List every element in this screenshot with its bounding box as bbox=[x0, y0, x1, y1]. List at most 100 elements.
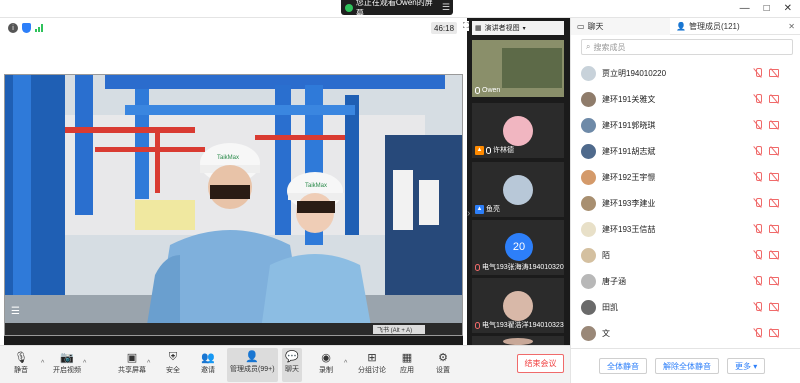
avatar bbox=[581, 169, 596, 185]
camera-off-icon[interactable] bbox=[769, 199, 779, 207]
mic-off-icon bbox=[475, 263, 480, 271]
record-button[interactable]: ◉ 录制 bbox=[319, 349, 333, 375]
chat-button[interactable]: 💬 聊天 bbox=[282, 348, 302, 382]
invite-label: 邀请 bbox=[201, 367, 215, 374]
video-tile-yu[interactable]: ▲ 鱼亮 bbox=[472, 162, 564, 217]
list-item[interactable]: 陌 bbox=[571, 242, 800, 268]
video-tile-zhai[interactable]: 电气193翟浩洋194010323 bbox=[472, 278, 564, 333]
camera-off-icon[interactable] bbox=[769, 251, 779, 259]
share-screen-button[interactable]: ▣ 共享屏幕 bbox=[118, 349, 146, 375]
chevron-up-icon[interactable]: ^ bbox=[83, 360, 86, 367]
invite-button[interactable]: 👥 邀请 bbox=[201, 349, 215, 375]
tile-name: 电气193翟浩洋194010323 bbox=[482, 322, 564, 329]
cohost-badge-icon: ▲ bbox=[475, 204, 484, 214]
mic-off-icon[interactable] bbox=[754, 276, 762, 286]
list-item[interactable]: 建环193李建业 bbox=[571, 190, 800, 216]
mute-all-button[interactable]: 全体静音 bbox=[599, 358, 647, 374]
camera-off-icon[interactable] bbox=[769, 95, 779, 103]
member-name: 文 bbox=[602, 328, 610, 338]
unmute-all-button[interactable]: 解除全体静音 bbox=[655, 358, 719, 374]
screen-share-notice[interactable]: 您正在观看Owen的屏幕 ☰ bbox=[341, 0, 453, 18]
video-tile-xu[interactable]: ▲ 许林德 bbox=[472, 103, 564, 158]
chevron-right-icon[interactable]: › bbox=[467, 208, 470, 219]
breakout-button[interactable]: ⊞ 分组讨论 bbox=[358, 349, 386, 375]
member-search-input[interactable]: ⌕ 搜索成员 bbox=[581, 39, 793, 55]
menu-list-icon[interactable]: ☰ bbox=[11, 306, 20, 317]
svg-text:TaikMax: TaikMax bbox=[217, 155, 239, 161]
tile-name: 鱼亮 bbox=[486, 206, 500, 213]
mic-off-icon[interactable] bbox=[754, 120, 762, 130]
chevron-down-icon: ▾ bbox=[522, 25, 526, 32]
avatar bbox=[581, 247, 596, 263]
mic-off-icon[interactable] bbox=[754, 328, 762, 338]
member-name: 贾立明194010220 bbox=[602, 68, 667, 78]
mic-off-icon[interactable] bbox=[754, 94, 762, 104]
camera-off-icon[interactable] bbox=[769, 147, 779, 155]
minimize-icon[interactable]: — bbox=[740, 3, 750, 14]
apps-button[interactable]: ▦ 应用 bbox=[400, 349, 414, 375]
video-tile-next[interactable] bbox=[472, 336, 564, 345]
list-item[interactable]: 建环193王信喆 bbox=[571, 216, 800, 242]
video-tile-zhang[interactable]: 20 电气193张海涛194010320 bbox=[472, 220, 564, 275]
avatar bbox=[581, 117, 596, 133]
list-item[interactable]: 贾立明194010220 bbox=[571, 60, 800, 86]
screen-watermark: 飞书 (Alt + A) bbox=[377, 328, 413, 334]
grid-view-icon: ▦ bbox=[475, 25, 482, 32]
close-icon[interactable]: ✕ bbox=[788, 22, 795, 31]
avatar bbox=[581, 65, 596, 81]
more-button[interactable]: 更多 ▾ bbox=[727, 358, 766, 374]
mic-off-icon[interactable] bbox=[754, 302, 762, 312]
list-item[interactable]: 建环192王宇憬 bbox=[571, 164, 800, 190]
list-item[interactable]: 建环191胡志斌 bbox=[571, 138, 800, 164]
camera-off-icon[interactable] bbox=[769, 225, 779, 233]
mic-off-icon[interactable] bbox=[754, 146, 762, 156]
tab-chat[interactable]: ▭ 聊天 bbox=[571, 18, 670, 35]
camera-off-icon[interactable] bbox=[769, 121, 779, 129]
shield-icon[interactable] bbox=[22, 23, 31, 33]
screen-bottom-bar bbox=[4, 336, 463, 345]
info-icon[interactable]: i bbox=[8, 23, 18, 33]
list-item[interactable]: 唐子涵 bbox=[571, 268, 800, 294]
manage-members-label: 管理成员(99+) bbox=[230, 366, 275, 373]
tile-name: Owen bbox=[482, 87, 501, 94]
shared-screen-content: TaikMax TaikMax 飞书 (Alt + A) ☰ bbox=[4, 74, 463, 336]
member-name: 建环191胡志斌 bbox=[602, 146, 656, 156]
list-item[interactable]: 建环191关雅文 bbox=[571, 86, 800, 112]
search-icon: ⌕ bbox=[586, 42, 591, 51]
start-video-button[interactable]: 📷 开启视频 bbox=[53, 349, 81, 375]
end-meeting-button[interactable]: 结束会议 bbox=[517, 354, 564, 373]
chevron-up-icon[interactable]: ^ bbox=[344, 360, 347, 367]
chevron-up-icon[interactable]: ^ bbox=[41, 360, 44, 367]
mic-off-icon[interactable] bbox=[754, 250, 762, 260]
mic-off-icon[interactable] bbox=[754, 198, 762, 208]
settings-button[interactable]: ⚙ 设置 bbox=[436, 349, 450, 375]
maximize-icon[interactable]: □ bbox=[764, 3, 770, 14]
fullscreen-icon[interactable]: ⛶ bbox=[463, 21, 469, 31]
signal-strength-icon[interactable] bbox=[35, 24, 43, 32]
close-icon[interactable]: ✕ bbox=[784, 3, 792, 14]
tab-members[interactable]: 👤 管理成员(121) ✕ bbox=[670, 18, 800, 35]
list-item[interactable]: 文 bbox=[571, 320, 800, 346]
mic-off-icon[interactable] bbox=[754, 224, 762, 234]
avatar bbox=[503, 175, 533, 205]
manage-members-button[interactable]: 👤 管理成员(99+) bbox=[227, 348, 278, 382]
camera-off-icon[interactable] bbox=[769, 303, 779, 311]
member-name: 唐子涵 bbox=[602, 276, 626, 286]
chevron-up-icon[interactable]: ^ bbox=[147, 360, 150, 367]
mic-off-icon[interactable] bbox=[754, 172, 762, 182]
camera-off-icon[interactable] bbox=[769, 277, 779, 285]
view-switcher[interactable]: ▦ 演讲者视图 ▾ bbox=[472, 21, 564, 35]
security-button[interactable]: ⛨ 安全 bbox=[166, 349, 180, 375]
mic-off-icon[interactable] bbox=[754, 68, 762, 78]
camera-off-icon[interactable] bbox=[769, 173, 779, 181]
video-tile-owen[interactable]: Owen bbox=[472, 40, 564, 97]
mute-button[interactable]: 🎙 静音 bbox=[14, 349, 28, 375]
list-item[interactable]: 建环191郭晓琪 bbox=[571, 112, 800, 138]
list-item[interactable]: 田凯 bbox=[571, 294, 800, 320]
shared-screen-area: i 46:18 TaikMax TaikMax 飞书 (Alt + A) ☰ bbox=[0, 18, 467, 345]
camera-off-icon[interactable] bbox=[769, 69, 779, 77]
svg-text:TaikMax: TaikMax bbox=[305, 183, 327, 189]
member-name: 建环191关雅文 bbox=[602, 94, 656, 104]
menu-icon[interactable]: ☰ bbox=[442, 2, 450, 13]
camera-off-icon[interactable] bbox=[769, 329, 779, 337]
